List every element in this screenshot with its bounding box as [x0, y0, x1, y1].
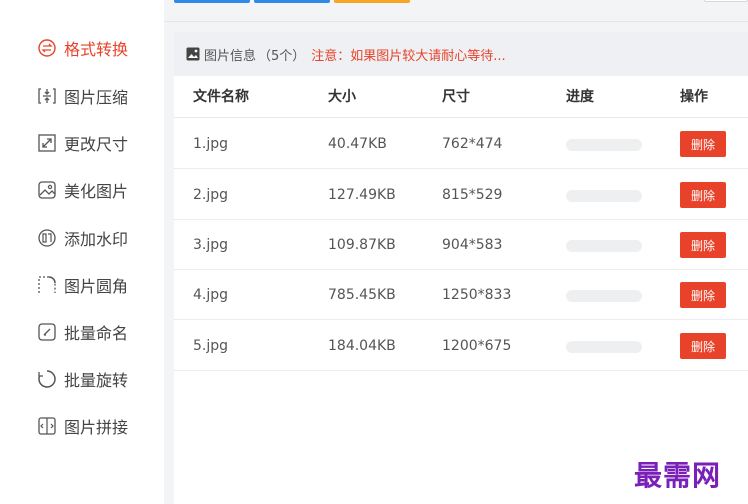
- sidebar-item-beautify[interactable]: 美化图片: [36, 176, 128, 204]
- sidebar-item-label: 美化图片: [64, 182, 129, 201]
- sidebar-item-watermark[interactable]: 添加水印: [36, 224, 128, 252]
- sidebar-item-label: 格式转换: [64, 40, 129, 59]
- column-header-action: 操作: [680, 89, 708, 105]
- progress-bar: [566, 341, 642, 353]
- table-row: 2.jpg 127.49KB 815*529 删除: [174, 170, 748, 220]
- file-name: 3.jpg: [193, 237, 229, 253]
- delete-button[interactable]: 删除: [680, 131, 726, 157]
- column-header-progress: 进度: [566, 89, 594, 105]
- sidebar-item-splice[interactable]: 图片拼接: [36, 412, 128, 440]
- site-watermark: 最需网: [634, 459, 722, 492]
- table-row: 5.jpg 184.04KB 1200*675 删除: [174, 321, 748, 371]
- sidebar-item-label: 批量旋转: [64, 371, 129, 390]
- table-row: 4.jpg 785.45KB 1250*833 删除: [174, 270, 748, 320]
- toolbar: [164, 0, 748, 22]
- delete-button[interactable]: 删除: [680, 182, 726, 208]
- sidebar-item-compress[interactable]: 图片压缩: [36, 82, 128, 110]
- sidebar-item-label: 批量命名: [64, 324, 129, 343]
- sidebar-item-label: 更改尺寸: [64, 135, 129, 154]
- sidebar-item-rotate[interactable]: 批量旋转: [36, 365, 128, 393]
- progress-bar: [566, 290, 642, 302]
- info-title: 图片信息: [204, 48, 257, 64]
- sidebar: 格式转换 图片压缩 更改尺寸 美化图片 添加水印 图片圆角 批量命名 批量旋转 …: [0, 0, 164, 504]
- toolbar-button-2[interactable]: [254, 0, 330, 3]
- rename-icon: [36, 321, 58, 343]
- delete-button[interactable]: 删除: [680, 232, 726, 258]
- column-header-size: 大小: [328, 89, 356, 105]
- file-size: 127.49KB: [328, 187, 396, 203]
- file-list-panel: 图片信息 （5个） 注意：如果图片较大请耐心等待... 文件名称 大小 尺寸 进…: [174, 32, 748, 504]
- file-name: 4.jpg: [193, 287, 229, 303]
- delete-button[interactable]: 删除: [680, 333, 726, 359]
- toolbar-select[interactable]: [704, 0, 748, 2]
- sidebar-item-label: 图片拼接: [64, 418, 129, 437]
- delete-button[interactable]: 删除: [680, 282, 726, 308]
- table-header: 文件名称 大小 尺寸 进度 操作: [174, 76, 748, 118]
- beautify-icon: [36, 179, 58, 201]
- sidebar-item-label: 图片圆角: [64, 277, 129, 296]
- file-dims: 1250*833: [442, 287, 512, 303]
- splice-icon: [36, 415, 58, 437]
- file-size: 785.45KB: [328, 287, 396, 303]
- file-size: 109.87KB: [328, 237, 396, 253]
- sidebar-item-rename[interactable]: 批量命名: [36, 318, 128, 346]
- table-row: 1.jpg 40.47KB 762*474 删除: [174, 119, 748, 169]
- column-header-name: 文件名称: [193, 89, 249, 105]
- toolbar-button-1[interactable]: [174, 0, 250, 3]
- file-dims: 762*474: [442, 136, 503, 152]
- info-bar: 图片信息 （5个） 注意：如果图片较大请耐心等待...: [174, 32, 748, 76]
- format-convert-icon: [36, 37, 58, 59]
- progress-bar: [566, 190, 642, 202]
- watermark-icon: [36, 227, 58, 249]
- rounded-corner-icon: [36, 274, 58, 296]
- compress-icon: [36, 85, 58, 107]
- info-warning: 注意：如果图片较大请耐心等待...: [311, 48, 506, 64]
- column-header-dims: 尺寸: [442, 89, 470, 105]
- resize-icon: [36, 132, 58, 154]
- progress-bar: [566, 139, 642, 151]
- file-dims: 1200*675: [442, 338, 512, 354]
- sidebar-item-label: 添加水印: [64, 230, 129, 249]
- sidebar-item-resize[interactable]: 更改尺寸: [36, 129, 128, 157]
- info-count: （5个）: [258, 48, 306, 64]
- file-size: 40.47KB: [328, 136, 387, 152]
- image-icon: [186, 47, 200, 61]
- sidebar-item-format-convert[interactable]: 格式转换: [36, 34, 128, 62]
- file-name: 2.jpg: [193, 187, 229, 203]
- toolbar-button-3[interactable]: [334, 0, 410, 3]
- table-row: 3.jpg 109.87KB 904*583 删除: [174, 220, 748, 270]
- file-name: 5.jpg: [193, 338, 229, 354]
- file-name: 1.jpg: [193, 136, 229, 152]
- file-dims: 815*529: [442, 187, 503, 203]
- progress-bar: [566, 240, 642, 252]
- sidebar-item-label: 图片压缩: [64, 88, 129, 107]
- main-area: 图片信息 （5个） 注意：如果图片较大请耐心等待... 文件名称 大小 尺寸 进…: [164, 0, 748, 504]
- sidebar-item-rounded-corner[interactable]: 图片圆角: [36, 271, 128, 299]
- file-size: 184.04KB: [328, 338, 396, 354]
- rotate-icon: [36, 368, 58, 390]
- file-dims: 904*583: [442, 237, 503, 253]
